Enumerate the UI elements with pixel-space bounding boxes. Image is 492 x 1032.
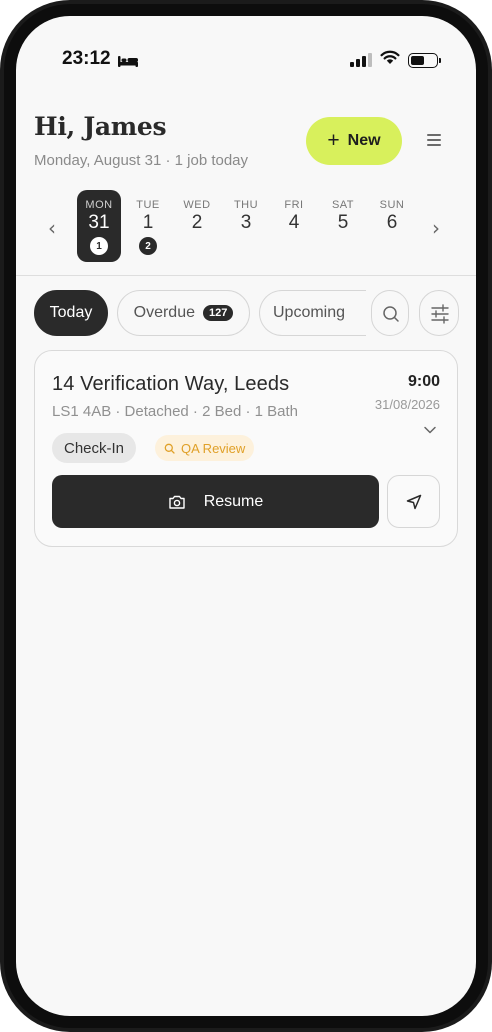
overdue-count-badge: 127 [203,305,234,321]
tab-overdue[interactable]: Overdue 127 [117,290,250,336]
tab-overdue-label: Overdue [133,304,195,321]
resume-button[interactable]: Resume [52,475,379,528]
day-number: 4 [288,212,300,233]
day-job-count-badge: 2 [139,237,157,255]
chevron-right-icon[interactable]: › [432,216,440,240]
day-number: 6 [386,212,398,233]
day-name: WED [183,199,211,211]
job-card[interactable]: 14 Verification Way, Leeds 9:00 LS1 4AB … [34,350,458,547]
tab-upcoming-label: Upcoming [273,304,346,321]
day-job-count-badge: 1 [90,237,108,255]
day-mon[interactable]: MON 31 1 [77,190,121,262]
day-number: 2 [191,212,203,233]
battery-icon [408,52,441,68]
tab-upcoming[interactable]: Upcoming [259,290,366,336]
day-thu[interactable]: THU 3 [224,190,268,262]
day-sun[interactable]: SUN 6 [370,190,414,262]
day-sat[interactable]: SAT 5 [321,190,365,262]
day-number: 31 [88,212,110,233]
resume-button-label: Resume [203,492,264,510]
plus-icon: + [327,128,340,152]
day-fri[interactable]: FRI 4 [272,190,316,262]
wifi-icon [380,50,400,70]
status-time-group: 23:12 [62,48,139,70]
new-job-button[interactable]: + New [306,117,402,165]
day-name: MON [85,199,113,211]
greeting-title: Hi, James [34,112,167,141]
day-name: SAT [331,199,355,211]
tab-today-label: Today [49,304,93,321]
search-icon [383,306,399,322]
sliders-icon [431,304,449,324]
new-button-label: New [347,132,381,149]
status-icons [350,50,441,70]
job-time: 9:00 [407,373,440,390]
app-screen: 23:12 Hi, James Monday, August 31 · 1 jo… [16,16,476,1016]
search-icon [164,443,175,454]
status-badge: QA Review [155,435,255,461]
job-date: 31/08/2026 [374,397,440,412]
day-number: 5 [337,212,349,233]
date-summary: Monday, August 31 · 1 job today [34,152,249,169]
bed-icon [117,52,139,67]
day-name: SUN [379,199,405,211]
day-name: FRI [284,199,304,211]
navigation-arrow-icon [406,494,421,509]
job-address: 14 Verification Way, Leeds [52,373,290,395]
day-number: 3 [240,212,252,233]
status-bar: 23:12 [16,16,476,102]
day-wed[interactable]: WED 2 [175,190,219,262]
status-time: 23:12 [62,48,111,69]
job-details: LS1 4AB · Detached · 2 Bed · 1 Bath [52,403,298,420]
chevron-left-icon[interactable]: ‹ [48,216,56,240]
day-tue[interactable]: TUE 1 2 [126,190,170,262]
job-type-tag: Check-In [52,433,137,463]
tab-today[interactable]: Today [34,290,108,336]
status-badge-label: QA Review [181,440,246,456]
chevron-down-icon[interactable] [423,423,437,437]
signal-icon [350,53,372,67]
filter-button[interactable] [419,290,459,336]
day-name: THU [233,199,259,211]
day-number: 1 [142,212,154,233]
search-button[interactable] [371,290,409,336]
day-name: TUE [136,199,160,211]
navigate-button[interactable] [387,475,440,528]
camera-icon [169,495,185,509]
divider [16,275,476,276]
menu-icon[interactable] [427,134,441,146]
